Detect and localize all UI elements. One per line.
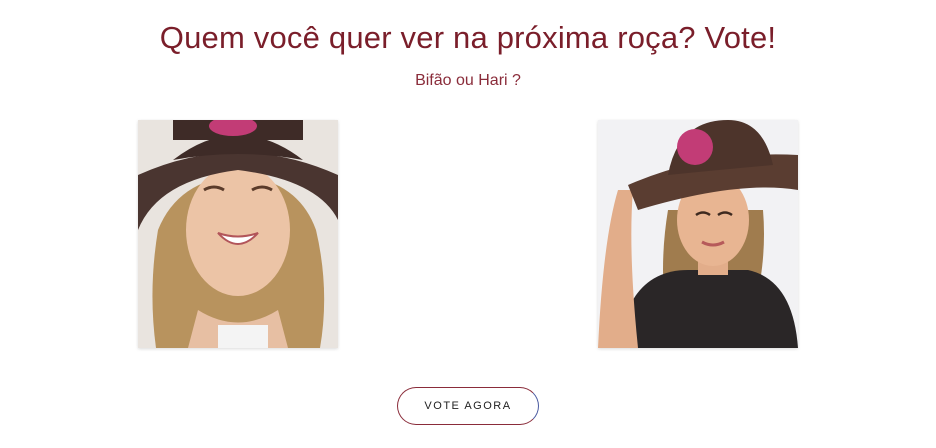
- candidate-photo-right[interactable]: [598, 120, 798, 348]
- candidate-portrait-right-icon: [598, 120, 798, 348]
- vote-now-button[interactable]: VOTE AGORA: [397, 387, 539, 425]
- candidate-photo-left[interactable]: [138, 120, 338, 348]
- candidate-portrait-left-icon: [138, 120, 338, 348]
- poll-subtitle: Bifão ou Hari ?: [415, 72, 521, 89]
- poll-page: Quem você quer ver na próxima roça? Vote…: [0, 0, 936, 448]
- poll-title: Quem você quer ver na próxima roça? Vote…: [159, 20, 777, 55]
